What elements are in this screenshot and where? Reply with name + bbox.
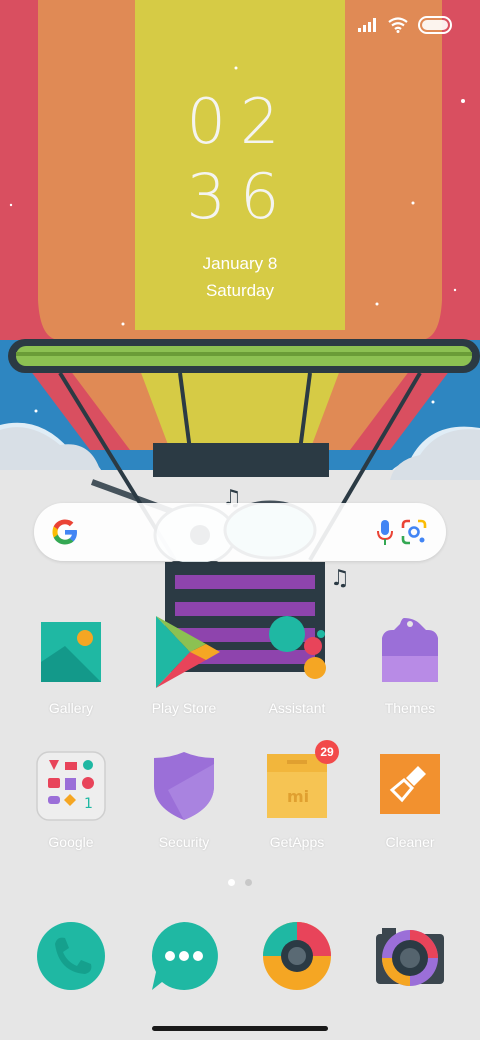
home-gesture-bar[interactable] [152,1026,328,1031]
app-getapps[interactable]: mi 29 GetApps [242,740,352,850]
app-label: Gallery [48,700,94,716]
wifi-icon [388,17,408,33]
dock-camera[interactable] [355,920,465,992]
camera-icon [374,920,446,992]
svg-text:♫: ♫ [330,566,350,591]
phone-icon [35,920,107,992]
google-folder-icon: 1 [35,750,107,822]
app-gallery[interactable]: Gallery [16,616,126,716]
status-bar [358,16,452,34]
svg-text:mi: mi [287,787,309,806]
app-label: Themes [384,700,436,716]
app-label: GetApps [269,834,325,850]
messages-icon [148,920,220,992]
app-label: Play Store [151,700,217,716]
google-lens-icon[interactable] [400,518,428,546]
app-label: Cleaner [385,834,435,850]
app-label: Assistant [268,700,326,716]
page-indicator [0,879,480,886]
app-google-folder[interactable]: 1 Google [16,750,126,850]
security-shield-icon [148,750,220,822]
play-store-icon [148,616,220,688]
gallery-icon [35,616,107,688]
app-themes[interactable]: Themes [355,616,465,716]
page-dot[interactable] [245,879,252,886]
app-security[interactable]: Security [129,750,239,850]
app-label: Google [48,834,94,850]
signal-icon [358,18,376,32]
app-assistant[interactable]: Assistant [242,616,352,716]
browser-icon [261,920,333,992]
themes-icon [374,616,446,688]
assistant-icon [261,616,333,688]
app-cleaner[interactable]: Cleaner [355,750,465,850]
dock-messages[interactable] [129,920,239,992]
notification-badge: 29 [315,740,339,764]
google-search-bar[interactable] [34,503,446,561]
dock-phone[interactable] [16,920,126,992]
cleaner-brush-icon [374,750,446,822]
google-logo-icon[interactable] [50,517,80,547]
dock-browser[interactable] [242,920,352,992]
date-text: January 8 [202,254,278,273]
page-dot-active[interactable] [228,879,235,886]
app-label: Security [158,834,210,850]
weekday-text: Saturday [205,281,275,300]
microphone-icon[interactable] [376,519,394,547]
app-play-store[interactable]: Play Store [129,616,239,716]
svg-text:1: 1 [84,796,93,812]
getapps-box-icon: mi 29 [261,740,339,822]
clock-minute[interactable]: 36 [0,160,480,233]
clock-hour[interactable]: 02 [0,85,480,158]
battery-icon [418,16,452,34]
